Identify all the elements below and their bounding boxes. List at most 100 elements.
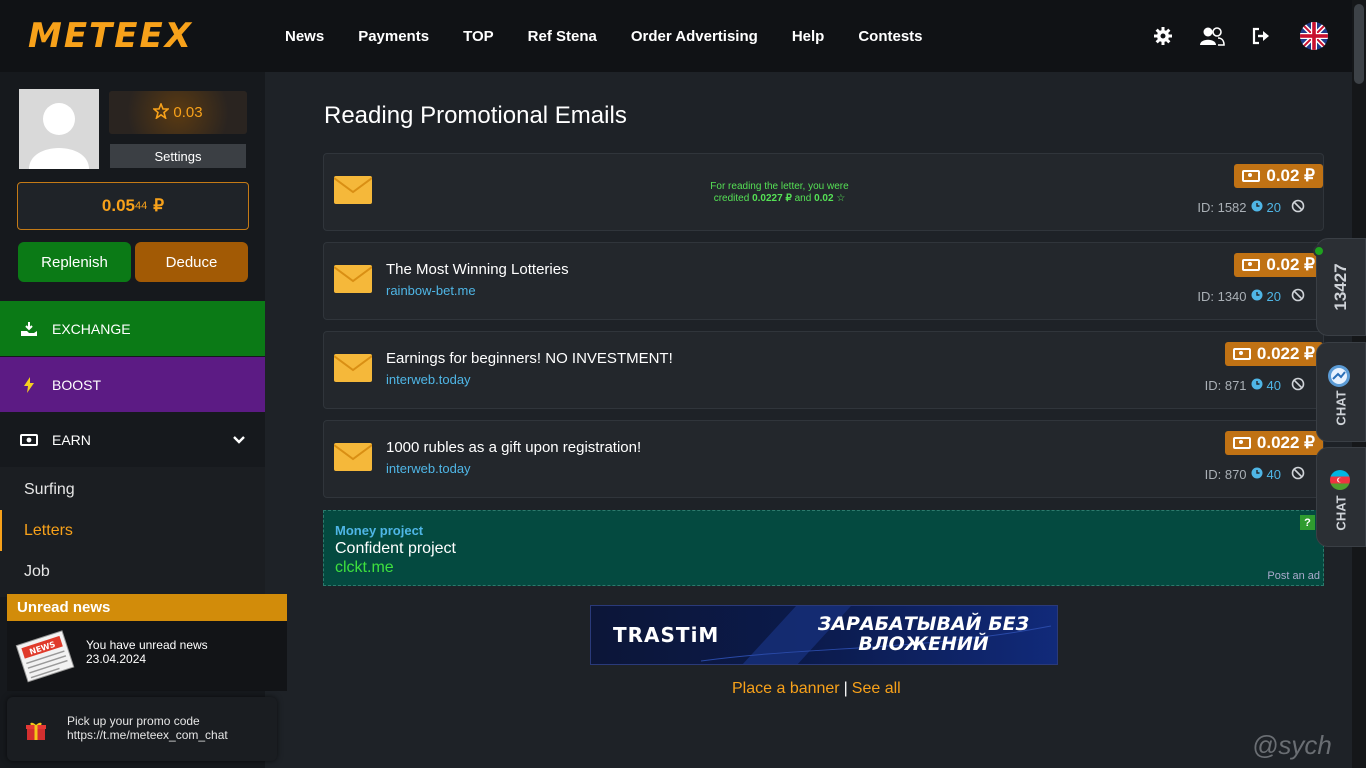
online-count: 13427 [1331, 263, 1350, 311]
mail-id: ID: 1582 [1197, 200, 1247, 215]
block-icon[interactable] [1291, 377, 1305, 394]
chat-tab-en[interactable]: CHAT [1316, 342, 1366, 442]
mail-title[interactable]: The Most Winning Lotteries [386, 261, 569, 278]
place-banner-link[interactable]: Place a banner [732, 680, 840, 697]
mail-title[interactable]: 1000 rubles as a gift upon registration! [386, 439, 641, 456]
balance-display: 0.05 44 ₽ [17, 182, 249, 230]
lightning-icon [20, 376, 38, 393]
price-value: 0.02 ₽ [1266, 255, 1315, 274]
submenu-letters[interactable]: Letters [0, 510, 265, 551]
mail-item[interactable]: For reading the letter, you were credite… [323, 153, 1324, 231]
ad-label[interactable]: Money project [335, 523, 423, 538]
nav-ref-stena[interactable]: Ref Stena [528, 28, 597, 45]
post-ad-link[interactable]: Post an ad [1267, 570, 1320, 582]
block-icon[interactable] [1291, 466, 1305, 483]
nav-order-advertising[interactable]: Order Advertising [631, 28, 758, 45]
credited-prefix: credited [713, 193, 750, 204]
mail-link[interactable]: interweb.today [386, 372, 471, 387]
banner-separator: | [843, 680, 848, 697]
earn-submenu: Surfing Letters Job [0, 467, 265, 597]
online-dot-icon [1313, 245, 1325, 257]
block-icon[interactable] [1291, 288, 1305, 305]
nav-payments[interactable]: Payments [358, 28, 429, 45]
mail-id: ID: 871 [1204, 378, 1247, 393]
mail-title[interactable]: Earnings for beginners! NO INVESTMENT! [386, 350, 673, 367]
credited-notice: For reading the letter, you were credite… [324, 181, 1325, 205]
top-header: METEEX News Payments TOP Ref Stena Order… [0, 0, 1366, 72]
menu-boost[interactable]: BOOST [0, 357, 265, 412]
deduce-button[interactable]: Deduce [135, 242, 248, 282]
mail-item[interactable]: Earnings for beginners! NO INVESTMENT! i… [323, 331, 1324, 409]
banner-logo: TRASTiM [613, 623, 720, 647]
price-value: 0.02 ₽ [1266, 166, 1315, 185]
unread-news-header: Unread news [7, 594, 287, 621]
promo-line-1: Pick up your promo code [67, 714, 200, 728]
online-counter-tab[interactable]: 13427 [1313, 238, 1366, 336]
submenu-job[interactable]: Job [0, 551, 265, 592]
envelope-icon [333, 443, 373, 471]
mail-id: ID: 870 [1204, 467, 1247, 482]
envelope-icon [333, 354, 373, 382]
banner-links: Place a banner | See all [732, 680, 901, 698]
ad-link[interactable]: clckt.me [335, 559, 394, 577]
site-logo[interactable]: METEEX [28, 16, 193, 56]
price-badge: 0.02 ₽ [1234, 253, 1323, 277]
page-title: Reading Promotional Emails [324, 102, 627, 129]
users-icon[interactable] [1198, 24, 1226, 48]
exchange-icon [20, 321, 38, 337]
block-icon[interactable] [1291, 199, 1305, 216]
credited-rating: 0.02 [814, 193, 834, 204]
balance-fraction: 44 [135, 200, 148, 212]
banner-slogan: ЗАРАБАТЫВАЙ БЕЗ ВЛОЖЕНИЙ [817, 613, 1030, 655]
price-badge: 0.02 ₽ [1234, 164, 1323, 188]
price-value: 0.022 ₽ [1256, 344, 1315, 363]
mail-count: 40 [1266, 378, 1281, 393]
logout-icon[interactable] [1249, 24, 1273, 48]
mail-count: 20 [1266, 289, 1281, 304]
mail-item[interactable]: 1000 rubles as a gift upon registration!… [323, 420, 1324, 498]
help-icon[interactable]: ? [1300, 515, 1315, 530]
newspaper-icon: NEWS [15, 627, 77, 690]
menu-boost-label: BOOST [52, 376, 102, 393]
nav-top[interactable]: TOP [463, 28, 494, 45]
unread-news-panel[interactable]: Unread news NEWS You have unread news 23… [7, 594, 287, 691]
credited-and: and [794, 193, 812, 204]
mail-link[interactable]: interweb.today [386, 461, 471, 476]
see-all-link[interactable]: See all [852, 680, 901, 697]
context-ad[interactable]: Money project Confident project clckt.me… [323, 510, 1324, 586]
scrollbar-thumb[interactable] [1354, 4, 1364, 84]
avatar[interactable] [19, 89, 99, 169]
chat-tab-label: CHAT [1333, 495, 1349, 531]
replenish-button[interactable]: Replenish [18, 242, 131, 282]
clock-icon [1251, 378, 1263, 393]
clock-icon [1251, 200, 1263, 215]
globe-icon [1327, 364, 1351, 393]
banknote-icon [1242, 170, 1261, 182]
uk-flag-icon[interactable] [1300, 22, 1328, 50]
mail-item[interactable]: The Most Winning Lotteries rainbow-bet.m… [323, 242, 1324, 320]
settings-button[interactable]: Settings [110, 144, 246, 168]
mail-count: 20 [1266, 200, 1281, 215]
menu-earn-label: EARN [52, 431, 91, 448]
watermark: @sych [1252, 730, 1332, 760]
news-date: 23.04.2024 [86, 652, 147, 666]
menu-exchange[interactable]: EXCHANGE [0, 301, 265, 356]
menu-earn[interactable]: EARN [0, 412, 265, 467]
nav-contests[interactable]: Contests [858, 28, 922, 45]
clock-icon [1251, 289, 1263, 304]
mail-link[interactable]: rainbow-bet.me [386, 283, 476, 298]
nav-news[interactable]: News [285, 28, 324, 45]
banknote-icon [1232, 437, 1251, 449]
banknote-icon [1242, 259, 1261, 271]
gear-icon[interactable] [1151, 24, 1175, 48]
money-icon [20, 433, 38, 446]
mail-meta: ID: 871 40 [1205, 377, 1305, 394]
chat-tab-az[interactable]: CHAT [1316, 447, 1366, 547]
news-text: You have unread news [86, 638, 208, 652]
submenu-surfing[interactable]: Surfing [0, 469, 265, 510]
promo-link[interactable]: https://t.me/meteex_com_chat [67, 728, 228, 742]
promo-code-panel[interactable]: Pick up your promo code https://t.me/met… [7, 697, 277, 761]
banner-ad[interactable]: TRASTiM ЗАРАБАТЫВАЙ БЕЗ ВЛОЖЕНИЙ [590, 605, 1058, 665]
nav-help[interactable]: Help [792, 28, 825, 45]
credited-amount: 0.0227 ₽ [752, 193, 792, 204]
